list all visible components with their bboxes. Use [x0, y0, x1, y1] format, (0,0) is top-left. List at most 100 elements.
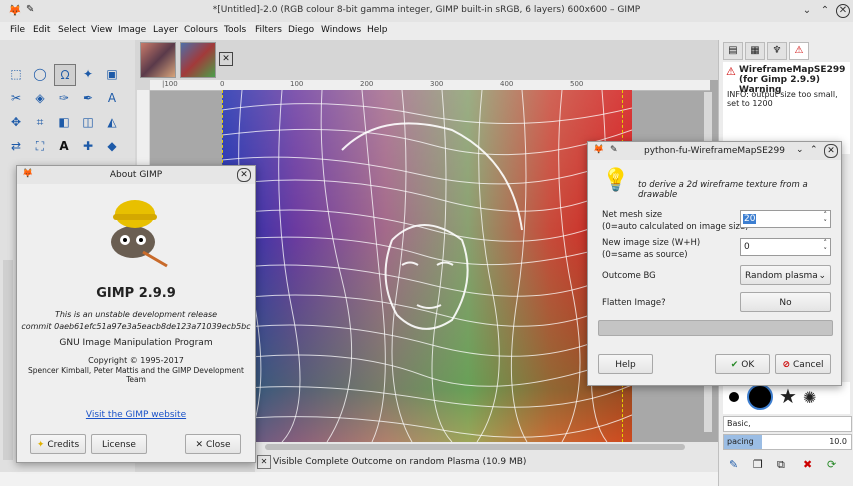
mesh-size-spinner[interactable]: 20 ˄ ˅: [740, 210, 831, 228]
license-label: License: [102, 440, 136, 450]
ellipse-select-icon[interactable]: ◯: [30, 64, 50, 84]
ruler-tick: 200: [360, 80, 374, 88]
scissors-icon[interactable]: ✂: [6, 88, 26, 108]
ok-button[interactable]: ✔ OK: [715, 354, 770, 374]
chevron-down-icon: ⌄: [818, 271, 826, 281]
channels-tab-icon[interactable]: ▦: [745, 42, 765, 60]
help-button[interactable]: Help: [598, 354, 653, 374]
rect-select-icon[interactable]: ⬚: [6, 64, 26, 84]
spinner-arrows-icon[interactable]: ˄ ˅: [824, 239, 828, 255]
bucket-fill-icon[interactable]: ⛶: [30, 136, 50, 156]
brush-list: ★ ✺: [723, 382, 850, 414]
refresh-brushes-icon[interactable]: ⟳: [827, 458, 836, 471]
cancel-label: Cancel: [793, 360, 824, 370]
spacing-slider[interactable]: pacing 10.0: [723, 434, 852, 450]
about-dev-line: This is an unstable development release: [54, 310, 218, 319]
close-x-icon: ✕: [195, 440, 203, 450]
menu-image[interactable]: Image: [118, 25, 146, 35]
gimp-website-link[interactable]: Visit the GIMP website: [17, 410, 255, 420]
ruler-tick: 0: [220, 80, 225, 88]
duplicate-brush-icon[interactable]: ⧉: [777, 458, 785, 472]
credits-button[interactable]: ✦ Credits: [30, 434, 86, 454]
about-close-button[interactable]: ✕ Close: [185, 434, 241, 454]
menu-layer[interactable]: Layer: [153, 25, 178, 35]
smudge-icon[interactable]: ◆: [102, 136, 122, 156]
close-tab-icon[interactable]: ✕: [219, 52, 233, 66]
status-dropdown-icon[interactable]: ✕: [257, 455, 271, 469]
scrollbar-thumb[interactable]: [265, 444, 685, 450]
text-tool-icon[interactable]: A: [54, 136, 74, 156]
brush-large-selected[interactable]: [747, 384, 773, 410]
minimize-button[interactable]: ⌄: [800, 4, 814, 18]
foreground-select-icon[interactable]: ◈: [30, 88, 50, 108]
warning-icon: ⚠: [726, 65, 736, 78]
image-tab-wireframe[interactable]: [180, 42, 216, 78]
rotate-icon[interactable]: ◧: [54, 112, 74, 132]
plugin-close-icon[interactable]: ✕: [824, 144, 838, 158]
scale-icon[interactable]: ◫: [78, 112, 98, 132]
menu-view[interactable]: View: [91, 25, 112, 35]
menu-windows[interactable]: Windows: [321, 25, 361, 35]
menu-colours[interactable]: Colours: [184, 25, 218, 35]
close-window-button[interactable]: ✕: [836, 4, 850, 18]
check-icon: ✔: [730, 360, 739, 370]
cancel-button[interactable]: ⊘ Cancel: [775, 354, 831, 374]
maximize-button[interactable]: ⌃: [818, 4, 832, 18]
help-label: Help: [615, 360, 636, 370]
color-select-icon[interactable]: ▣: [102, 64, 122, 84]
horizontal-scrollbar[interactable]: [255, 442, 718, 452]
image-size-spinner[interactable]: 0 ˄ ˅: [740, 238, 831, 256]
plugin-minimize-icon[interactable]: ⌄: [796, 145, 804, 155]
heal-icon[interactable]: ✚: [78, 136, 98, 156]
flip-icon[interactable]: ⇄: [6, 136, 26, 156]
license-button[interactable]: License: [91, 434, 147, 454]
new-brush-icon[interactable]: ❐: [753, 458, 763, 471]
paths-tab-icon[interactable]: ♆: [767, 42, 787, 60]
menu-filters[interactable]: Filters: [255, 25, 282, 35]
brush-small[interactable]: [729, 392, 739, 402]
lightbulb-icon: 💡: [602, 168, 630, 193]
flatten-toggle[interactable]: No: [740, 292, 831, 312]
menu-help[interactable]: Help: [367, 25, 388, 35]
window-title: *[Untitled]-2.0 (RGB colour 8-bit gamma …: [212, 5, 641, 15]
cancel-icon: ⊘: [782, 360, 791, 370]
warning-text: INFO: output size too small, set to 1200: [727, 90, 838, 108]
image-canvas[interactable]: [222, 90, 632, 442]
menu-file[interactable]: File: [10, 25, 25, 35]
image-tabs: ✕: [135, 40, 718, 80]
spacing-label: pacing: [727, 437, 754, 446]
measure-icon[interactable]: A: [102, 88, 122, 108]
spinner-arrows-icon[interactable]: ˄ ˅: [824, 211, 828, 227]
image-tab-original[interactable]: [140, 42, 176, 78]
about-authors: Spencer Kimball, Peter Mattis and the GI…: [28, 366, 244, 384]
outcome-bg-select[interactable]: Random plasma ⌄: [740, 265, 831, 285]
shear-icon[interactable]: ◭: [102, 112, 122, 132]
color-picker-icon[interactable]: ✒: [78, 88, 98, 108]
brush-splat[interactable]: ✺: [803, 388, 816, 407]
close-label: Close: [206, 440, 231, 450]
brush-preset-field[interactable]: Basic,: [723, 416, 852, 432]
image-size-label: New image size (W+H): [602, 238, 701, 248]
about-close-icon[interactable]: ✕: [237, 168, 251, 182]
delete-brush-icon[interactable]: ✖: [803, 458, 812, 471]
move-icon[interactable]: ✥: [6, 112, 26, 132]
menu-tools[interactable]: Tools: [224, 25, 246, 35]
menu-edit[interactable]: Edit: [33, 25, 50, 35]
fuzzy-select-icon[interactable]: ✦: [78, 64, 98, 84]
ruler-tick: 500: [570, 80, 584, 88]
window-titlebar: 🦊 ✎ *[Untitled]-2.0 (RGB colour 8-bit ga…: [0, 0, 853, 23]
free-select-icon[interactable]: ᘯ: [54, 64, 76, 86]
plugin-description: to derive a 2d wireframe texture from a …: [638, 180, 808, 200]
paths-icon[interactable]: ✑: [54, 88, 74, 108]
brush-star[interactable]: ★: [779, 384, 797, 408]
plugin-maximize-icon[interactable]: ⌃: [810, 145, 818, 155]
menu-diego[interactable]: Diego: [288, 25, 314, 35]
edit-brush-icon[interactable]: ✎: [729, 458, 738, 471]
layers-tab-icon[interactable]: ▤: [723, 42, 743, 60]
crop-icon[interactable]: ⌗: [30, 112, 50, 132]
star-icon: ✦: [36, 440, 45, 450]
warning-tab-icon[interactable]: ⚠: [789, 42, 809, 60]
wilber-logo: [111, 200, 168, 268]
outcome-bg-value: Random plasma: [745, 271, 818, 281]
menu-select[interactable]: Select: [58, 25, 86, 35]
